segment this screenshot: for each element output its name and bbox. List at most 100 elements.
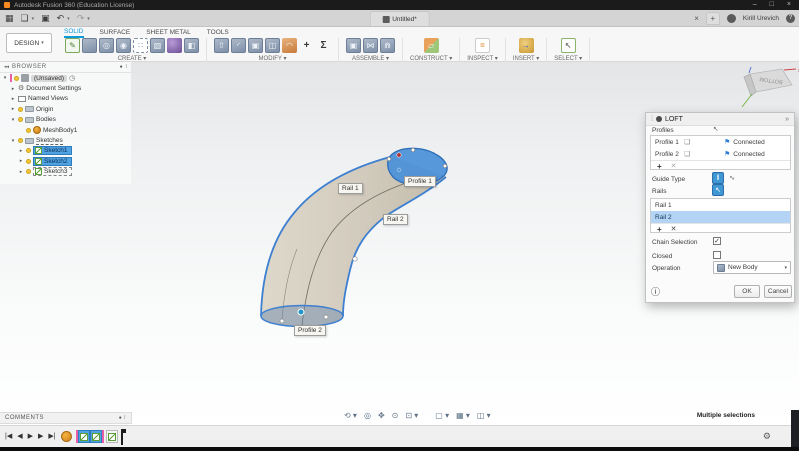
vertex-handle[interactable] — [324, 315, 328, 319]
viewport-canvas[interactable]: BOTTOM x Rail 1 Profile 1 Rail 2 Profile… — [0, 62, 799, 425]
profile1-point-handle[interactable] — [397, 153, 401, 157]
user-account-button[interactable]: Kirill Urevich — [743, 15, 779, 22]
visibility-bulb-icon[interactable] — [18, 107, 23, 112]
expand-icon[interactable]: ▸ — [18, 158, 24, 164]
display-settings-icon[interactable]: ▢ ▾ — [435, 411, 449, 421]
expand-icon[interactable]: ▾ — [10, 138, 16, 144]
look-at-icon[interactable]: ◎ — [364, 411, 371, 421]
file-menu-icon[interactable]: ❏ — [21, 12, 29, 25]
guide-type-rails-button[interactable]: ‖ — [712, 172, 724, 184]
expand-icon[interactable]: ▾ — [10, 117, 16, 123]
add-rail-button[interactable]: + — [657, 225, 662, 234]
expand-icon[interactable]: ▸ — [10, 86, 16, 92]
timeline-position-marker[interactable] — [121, 429, 123, 445]
parameters-icon[interactable]: Σ — [316, 38, 331, 53]
create-sketch-icon[interactable]: ✎ — [65, 38, 80, 53]
maximize-button[interactable]: □ — [770, 0, 774, 10]
ribbon-tab-surface[interactable]: SURFACE — [100, 28, 131, 37]
expand-icon[interactable]: ▸ — [10, 106, 16, 112]
visibility-bulb-icon[interactable] — [14, 76, 19, 81]
as-built-joint-icon[interactable]: ⋒ — [380, 38, 395, 53]
move-icon[interactable]: + — [299, 38, 314, 53]
root-label[interactable]: (Unsaved) — [31, 75, 67, 82]
viewports-icon[interactable]: ◫ ▾ — [477, 411, 491, 421]
browser-item-named-views[interactable]: ▸ Named Views — [0, 94, 131, 104]
job-status-icon[interactable] — [727, 14, 736, 23]
visibility-bulb-icon[interactable] — [18, 117, 23, 122]
ribbon-group-label-select[interactable]: SELECT ▾ — [554, 55, 582, 62]
expand-icon[interactable]: ▸ — [10, 96, 16, 102]
undo-icon[interactable]: ↶ — [57, 12, 65, 25]
browser-item-origin[interactable]: ▸ Origin — [0, 104, 131, 114]
help-icon[interactable]: ? — [786, 14, 795, 23]
close-button[interactable]: × — [787, 0, 791, 10]
undo-caret-icon[interactable]: ▾ — [67, 16, 70, 22]
remove-profile-button[interactable]: ✕ — [671, 162, 677, 170]
visibility-bulb-icon[interactable] — [26, 169, 31, 174]
version-clock-icon[interactable]: ◷ — [69, 74, 75, 82]
fit-icon[interactable]: ⊡ ▾ — [405, 411, 418, 421]
file-menu-caret-icon[interactable]: ▾ — [32, 16, 35, 22]
pattern-icon[interactable]: ∷ — [133, 38, 148, 53]
timeline-sketch3-icon[interactable] — [106, 430, 118, 443]
timeline-settings-gear-icon[interactable]: ⚙ — [763, 431, 771, 442]
browser-item-sketches[interactable]: ▾ Sketches — [0, 135, 131, 145]
comments-panel[interactable]: COMMENTS ● ⁞ — [0, 412, 132, 424]
construct-plane-icon[interactable]: ▱ — [424, 38, 439, 53]
browser-item-meshbody1[interactable]: MeshBody1 — [0, 125, 131, 135]
dialog-expand-icon[interactable]: » — [785, 116, 789, 123]
rail-row-2[interactable]: Rail 2 — [651, 211, 790, 223]
fillet-icon[interactable]: ◜ — [231, 38, 246, 53]
vertex-handle[interactable] — [443, 164, 447, 168]
vertex-handle[interactable] — [280, 319, 284, 323]
visibility-bulb-icon[interactable] — [26, 128, 31, 133]
visibility-bulb-icon[interactable] — [18, 138, 23, 143]
save-icon[interactable]: ▣ — [41, 12, 50, 25]
browser-root-node[interactable]: ▾ (Unsaved) ◷ — [0, 73, 131, 83]
view-cube[interactable]: BOTTOM x — [738, 64, 799, 112]
rails-select-button[interactable]: ↖ — [712, 184, 724, 196]
profile-row-1[interactable]: Profile 1 ❏ ⚑ Connected — [651, 136, 790, 148]
split-body-icon[interactable]: ◠ — [282, 38, 297, 53]
ribbon-tab-tools[interactable]: TOOLS — [207, 28, 229, 37]
shell-icon[interactable]: ▣ — [248, 38, 263, 53]
measure-icon[interactable]: = — [475, 38, 490, 53]
ribbon-group-label-assemble[interactable]: ASSEMBLE ▾ — [352, 55, 389, 62]
visibility-bulb-icon[interactable] — [26, 148, 31, 153]
browser-item-sketch3[interactable]: ▸ Sketch3 — [0, 167, 131, 177]
timeline-skip-start-button[interactable]: |◀ — [5, 432, 12, 440]
ribbon-group-label-insert[interactable]: INSERT ▾ — [513, 55, 539, 62]
ribbon-group-label-create[interactable]: CREATE ▾ — [118, 55, 147, 62]
form-icon[interactable] — [167, 38, 182, 53]
joint-icon[interactable]: ⋈ — [363, 38, 378, 53]
loft-dialog-header[interactable]: ⁞ LOFT » — [646, 113, 794, 126]
combine-icon[interactable]: ◫ — [265, 38, 280, 53]
revolve-icon[interactable]: ◎ — [99, 38, 114, 53]
expand-icon[interactable]: ▾ — [2, 75, 8, 81]
press-pull-icon[interactable]: ⇧ — [214, 38, 229, 53]
panel-menu-icon[interactable]: ● — [119, 415, 123, 421]
ribbon-tab-solid[interactable]: SOLID — [64, 27, 84, 38]
panel-menu-icon[interactable]: ● — [120, 64, 123, 70]
profile2-point-handle[interactable] — [298, 309, 304, 315]
cancel-button[interactable]: Cancel — [764, 285, 792, 298]
rail-row-1[interactable]: Rail 1 — [651, 199, 790, 211]
operation-dropdown[interactable]: New Body ▾ — [713, 261, 791, 274]
profile-row-2[interactable]: Profile 2 ❏ ⚑ Connected — [651, 148, 790, 160]
timeline-step-back-button[interactable]: ◀ — [17, 432, 22, 440]
timeline-sketch1-icon[interactable] — [78, 430, 90, 443]
visibility-bulb-icon[interactable] — [26, 159, 31, 164]
redo-icon[interactable]: ↷ — [77, 12, 85, 25]
app-grid-icon[interactable]: ▦ — [5, 12, 14, 25]
panel-grip-icon[interactable]: ⁞ — [126, 64, 127, 70]
rail-handle[interactable] — [353, 257, 357, 261]
redo-caret-icon[interactable]: ▾ — [87, 16, 90, 22]
zoom-icon[interactable]: ⊙ — [392, 411, 399, 421]
primitive-box-icon[interactable]: ▧ — [150, 38, 165, 53]
timeline-play-button[interactable]: ▶ — [28, 432, 33, 440]
new-tab-button[interactable]: + — [706, 12, 720, 25]
browser-item-sketch2[interactable]: ▸ Sketch2 — [0, 156, 131, 166]
hole-icon[interactable]: ◉ — [116, 38, 131, 53]
vertex-handle[interactable] — [387, 157, 391, 161]
minimize-button[interactable]: – — [753, 0, 757, 10]
